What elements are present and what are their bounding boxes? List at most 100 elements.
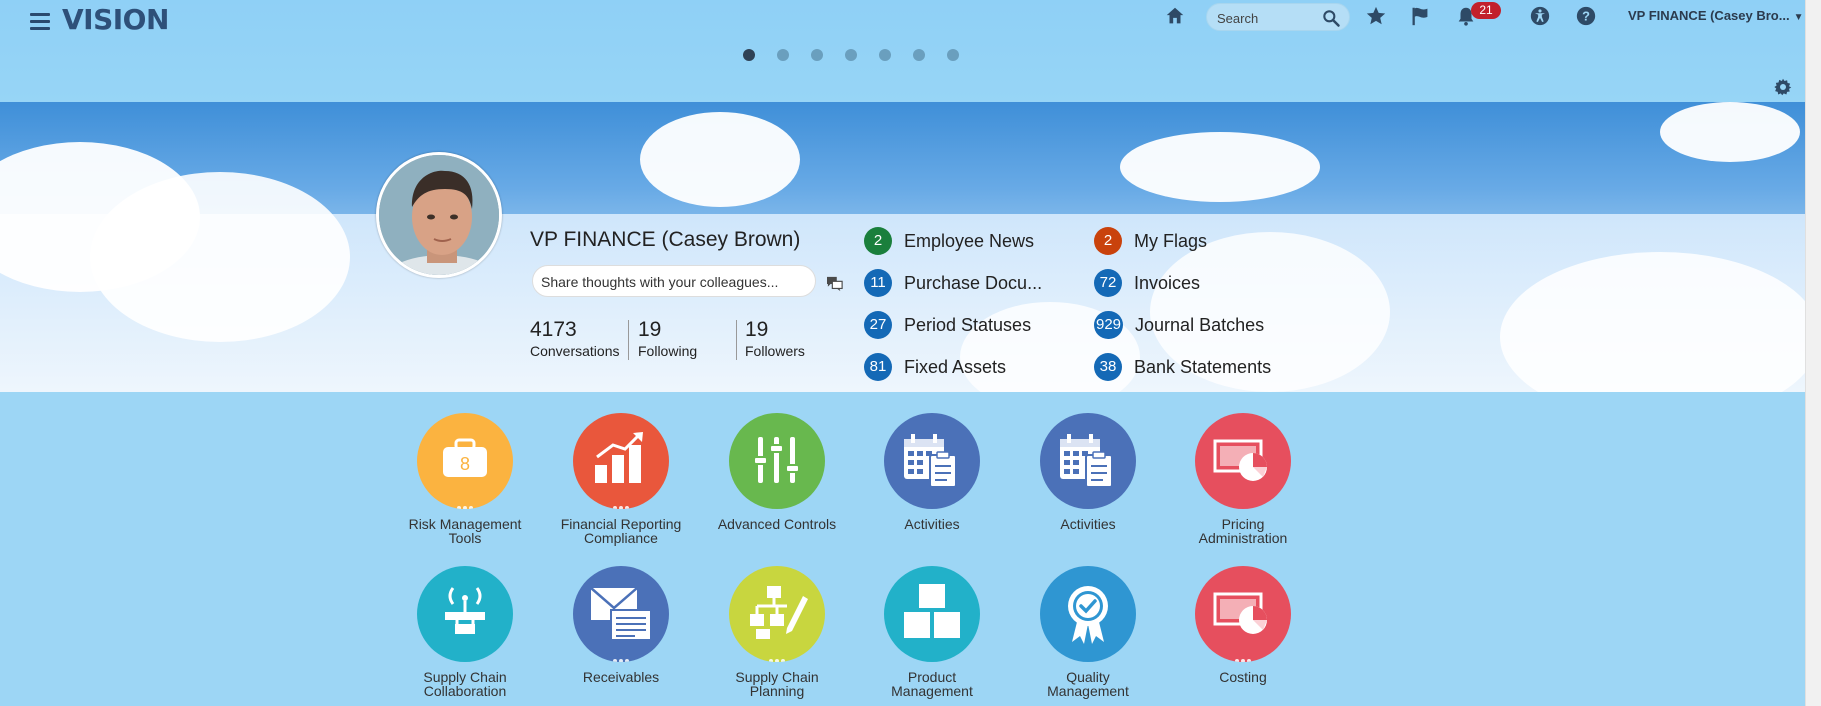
app-tile-circle[interactable] xyxy=(729,413,825,509)
app-tile-circle[interactable] xyxy=(1040,566,1136,662)
favorites-star-icon[interactable] xyxy=(1365,5,1387,27)
carousel-dot[interactable] xyxy=(811,49,823,61)
app-tile-advanced-controls[interactable]: Advanced Controls xyxy=(702,413,852,531)
app-tile-circle[interactable]: 8 xyxy=(417,413,513,509)
page-scrollbar[interactable] xyxy=(1805,0,1821,706)
stat-followers[interactable]: 19 Followers xyxy=(745,318,805,359)
stat-label: Following xyxy=(638,343,698,359)
app-tile-pricing-administration[interactable]: Pricing Administration xyxy=(1168,413,1318,545)
profile-name[interactable]: VP FINANCE (Casey Brown) xyxy=(530,228,800,252)
notification-label: Fixed Assets xyxy=(904,356,1007,377)
app-tile-circle[interactable] xyxy=(729,566,825,662)
gear-icon[interactable] xyxy=(1774,78,1792,96)
app-tile-label-line: Management xyxy=(1047,683,1129,699)
carousel-dot[interactable] xyxy=(743,49,755,61)
svg-text:?: ? xyxy=(1582,9,1590,24)
app-tile-product-management[interactable]: Product Management xyxy=(857,566,1007,698)
app-tile-circle[interactable] xyxy=(1040,413,1136,509)
carousel-dot[interactable] xyxy=(777,49,789,61)
notification-employee-news[interactable]: 2 Employee News xyxy=(864,227,1034,255)
app-tile-financial-reporting-compliance[interactable]: Financial Reporting Compliance xyxy=(546,413,696,545)
share-thoughts-input[interactable] xyxy=(541,273,801,291)
notification-fixed-assets[interactable]: 81 Fixed Assets xyxy=(864,353,1006,381)
app-tile-quality-management[interactable]: Quality Management xyxy=(1013,566,1163,698)
notification-label: Journal Batches xyxy=(1135,314,1265,335)
notification-count: 38 xyxy=(1094,353,1122,381)
app-tile-circle[interactable] xyxy=(1195,566,1291,662)
help-icon[interactable]: ? xyxy=(1575,5,1597,27)
app-tile-risk-management-tools[interactable]: 8 Risk Management Tools xyxy=(390,413,540,545)
app-tile-supply-chain-collaboration[interactable]: Supply Chain Collaboration xyxy=(390,566,540,698)
conversation-icon[interactable] xyxy=(826,276,844,292)
app-tile-label-line: Collaboration xyxy=(423,683,507,699)
app-tile-label-line: Costing xyxy=(1219,669,1267,685)
user-menu[interactable]: VP FINANCE (Casey Bro... ▼ xyxy=(1628,8,1804,23)
app-tile-label-line: Compliance xyxy=(584,530,658,546)
bar-chart-icon xyxy=(595,432,643,483)
app-tile-circle[interactable] xyxy=(1195,413,1291,509)
notification-purchase-documents[interactable]: 11 Purchase Docu... xyxy=(864,269,1042,297)
notification-label: Invoices xyxy=(1134,272,1201,293)
hierarchy-pencil-icon xyxy=(750,586,808,639)
flag-icon[interactable] xyxy=(1410,5,1432,27)
app-tile-label: Product Management xyxy=(857,670,1007,698)
app-tile-receivables[interactable]: Receivables xyxy=(546,566,696,684)
app-tile-label: Supply Chain Collaboration xyxy=(390,670,540,698)
cloud-decoration xyxy=(90,172,350,342)
app-tile-circle[interactable] xyxy=(573,413,669,509)
app-tile-label-line: Planning xyxy=(749,683,805,699)
notification-period-statuses[interactable]: 27 Period Statuses xyxy=(864,311,1031,339)
notification-count: 2 xyxy=(1094,227,1122,255)
stat-value: 19 xyxy=(745,318,769,341)
stat-value: 19 xyxy=(638,318,662,341)
stat-following[interactable]: 19 Following xyxy=(638,318,697,359)
vision-logo[interactable]: VISION xyxy=(62,3,169,36)
more-dots-icon xyxy=(611,497,631,509)
notification-count: 2 xyxy=(864,227,892,255)
notification-journal-batches[interactable]: 929 Journal Batches xyxy=(1094,311,1264,339)
app-tile-label: Receivables xyxy=(546,670,696,684)
app-tile-activities[interactable]: Activities xyxy=(857,413,1007,531)
app-tile-label: Supply Chain Planning xyxy=(702,670,852,698)
antenna-network-icon xyxy=(445,587,485,634)
svg-text:8: 8 xyxy=(460,454,470,474)
app-tile-label: Risk Management Tools xyxy=(390,517,540,545)
app-tile-label: Activities xyxy=(857,517,1007,531)
app-tile-circle[interactable] xyxy=(884,413,980,509)
user-menu-label: VP FINANCE (Casey Bro... xyxy=(1628,8,1790,23)
app-tile-costing[interactable]: Costing xyxy=(1168,566,1318,684)
app-tile-label-line: Management xyxy=(891,683,973,699)
app-tile-circle[interactable] xyxy=(573,566,669,662)
notification-invoices[interactable]: 72 Invoices xyxy=(1094,269,1200,297)
search-icon[interactable] xyxy=(1321,8,1341,28)
calendar-clipboard-icon xyxy=(1060,434,1113,488)
share-thoughts-box xyxy=(532,265,816,297)
sliders-icon xyxy=(753,437,800,483)
stat-conversations[interactable]: 4173 Conversations xyxy=(530,318,620,359)
stat-label: Followers xyxy=(745,343,805,359)
carousel-dot[interactable] xyxy=(845,49,857,61)
home-icon[interactable] xyxy=(1164,5,1186,27)
profile-photo xyxy=(379,155,499,275)
notification-count: 81 xyxy=(864,353,892,381)
notification-count: 929 xyxy=(1094,311,1124,339)
carousel-dot[interactable] xyxy=(879,49,891,61)
cloud-decoration xyxy=(1120,132,1320,202)
app-tile-label-line: Tools xyxy=(448,530,482,546)
accessibility-icon[interactable] xyxy=(1529,5,1551,27)
app-tile-circle[interactable] xyxy=(884,566,980,662)
app-tile-label-line: Advanced Controls xyxy=(717,516,837,532)
notification-my-flags[interactable]: 2 My Flags xyxy=(1094,227,1207,255)
carousel-dot[interactable] xyxy=(913,49,925,61)
search-input[interactable] xyxy=(1217,9,1317,27)
avatar[interactable] xyxy=(376,152,502,278)
hamburger-menu-icon[interactable] xyxy=(30,10,50,30)
app-tile-circle[interactable] xyxy=(417,566,513,662)
app-tile-supply-chain-planning[interactable]: Supply Chain Planning xyxy=(702,566,852,698)
notification-count: 11 xyxy=(864,269,892,297)
notification-bank-statements[interactable]: 38 Bank Statements xyxy=(1094,353,1271,381)
cloud-decoration xyxy=(640,112,800,207)
app-tile-activities[interactable]: Activities xyxy=(1013,413,1163,531)
more-dots-icon xyxy=(767,650,787,662)
carousel-dot[interactable] xyxy=(947,49,959,61)
